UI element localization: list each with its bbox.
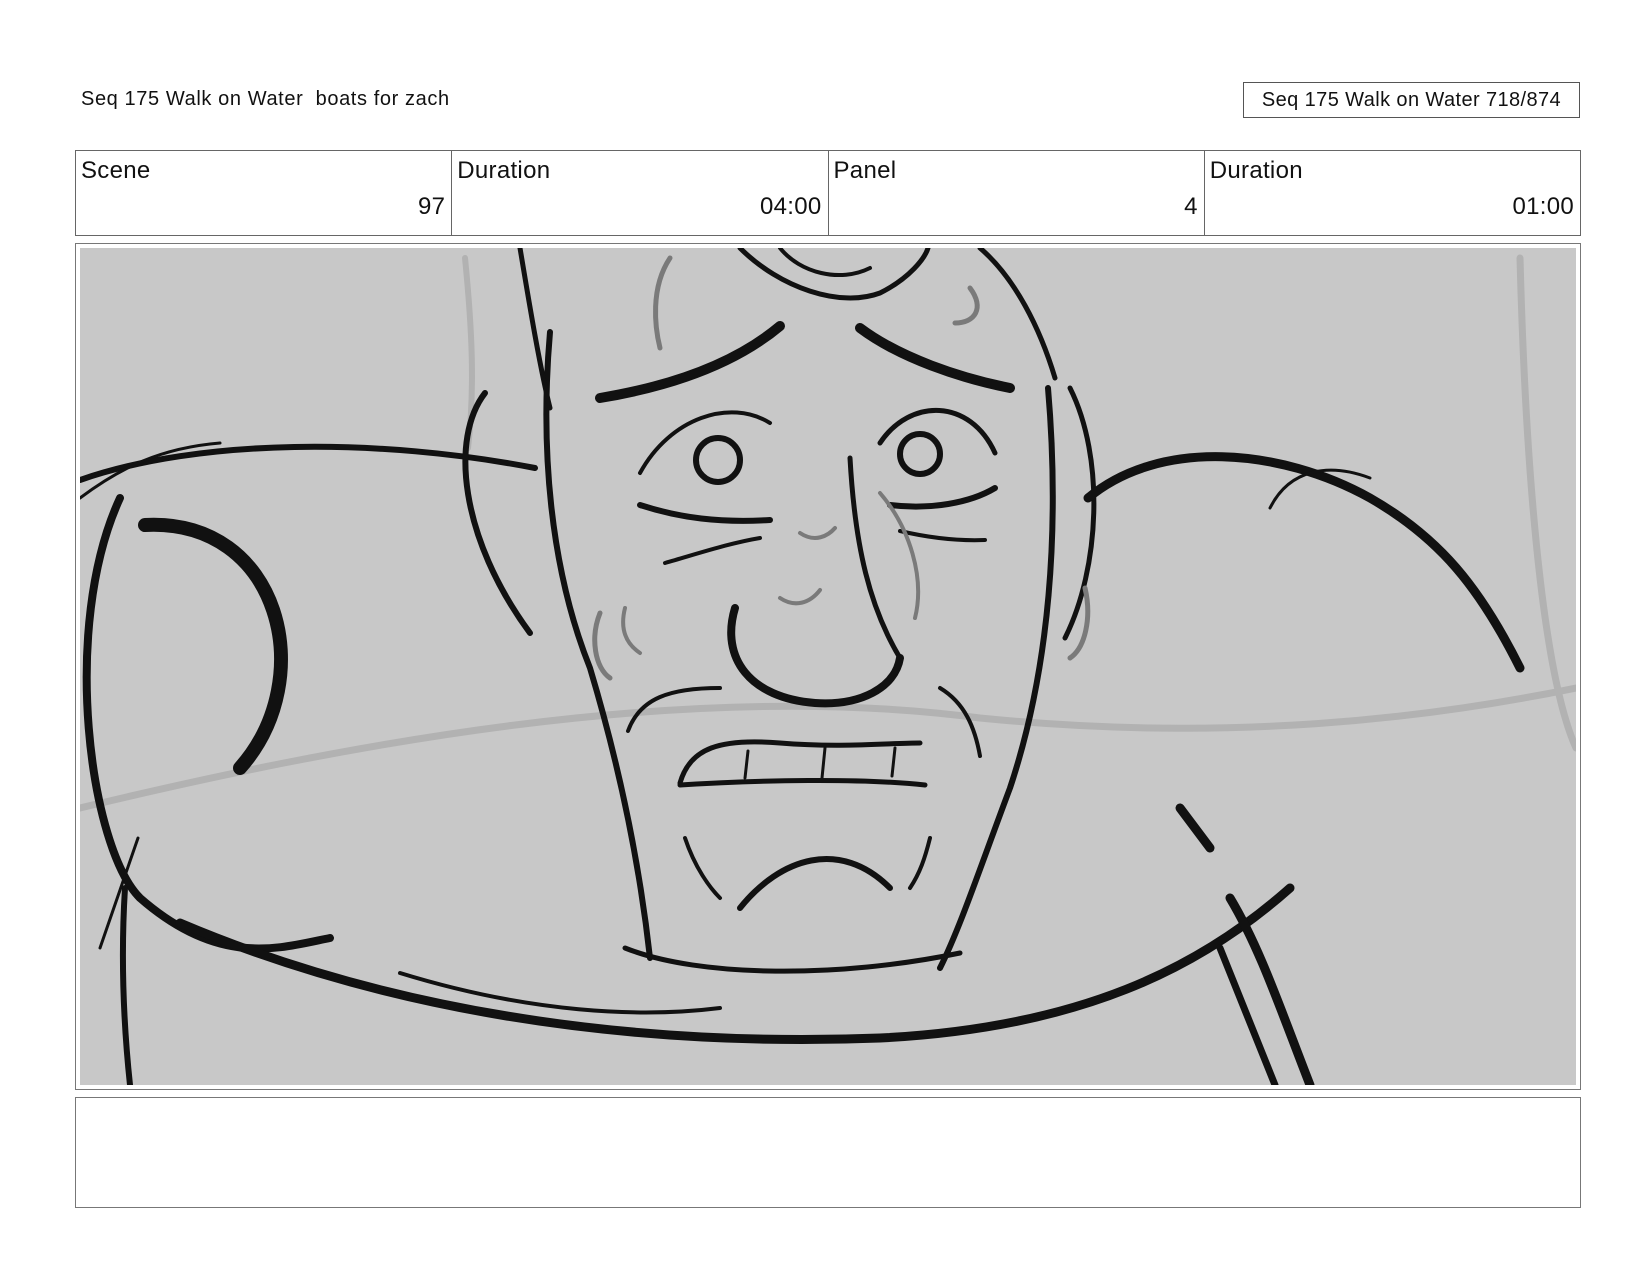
storyboard-panel-frame	[75, 243, 1581, 1090]
scene-number: 97	[417, 193, 446, 220]
shoulder-left-curve	[138, 517, 288, 775]
shade-strokes	[592, 255, 1091, 681]
sketch-drawing	[80, 248, 1576, 1085]
scene-label: Scene	[81, 157, 151, 184]
panel-label: Panel	[833, 157, 897, 184]
eye-right	[897, 431, 943, 477]
scene-duration-cell: Duration 04:00	[452, 151, 829, 235]
between-eyes-shade	[798, 526, 837, 540]
chin-left	[683, 836, 722, 900]
forehead-wrinkle-left	[653, 255, 673, 351]
arm-lower-sweep	[175, 883, 1295, 1044]
eye-lower-lid-right	[887, 485, 998, 510]
cheek-line-left	[663, 536, 762, 565]
nose-side-shade	[878, 491, 920, 620]
mouth-upper	[677, 739, 923, 786]
head-top-right	[977, 248, 1058, 381]
nose-bridge	[847, 455, 903, 661]
ink-strokes	[80, 248, 1525, 1085]
head-right-side	[937, 385, 1056, 971]
mouth-lower	[677, 777, 928, 788]
scene-duration-value: 04:00	[759, 193, 822, 220]
panel-cell: Panel 4	[829, 151, 1205, 235]
panel-duration-cell: Duration 01:00	[1205, 151, 1580, 235]
nasolabial-right	[938, 686, 982, 758]
panel-duration-label: Duration	[1209, 157, 1303, 184]
ear-left	[462, 390, 533, 636]
head-left-side	[543, 329, 653, 961]
eye-lower-lid-left	[637, 502, 773, 524]
chin-frown	[737, 856, 893, 911]
panel-number: 4	[1184, 193, 1198, 220]
teeth-line-2	[820, 746, 827, 780]
scene-info-table: Scene 97 Duration 04:00 Panel 4 Duration…	[75, 150, 1581, 236]
cheek-line-right	[898, 529, 987, 543]
body-right-line	[1225, 893, 1315, 1085]
background-stroke-right	[1516, 254, 1576, 752]
chin-right	[908, 836, 932, 890]
teeth-line-3	[890, 746, 897, 778]
philtrum-shade	[778, 588, 822, 606]
teeth-line-1	[743, 749, 750, 780]
cheek-shade-left-2	[621, 606, 642, 655]
eyebrow-right	[855, 323, 1015, 393]
jaw-bottom	[622, 945, 963, 974]
forehead-wrinkle-right	[952, 285, 980, 326]
eyebrow-left	[595, 321, 785, 403]
panel-duration-value: 01:00	[1512, 193, 1574, 220]
scene-duration-label: Duration	[457, 157, 551, 184]
head-top-left	[517, 248, 553, 411]
hair-curl-2	[778, 248, 872, 277]
storyboard-sketch	[80, 248, 1576, 1085]
shoulder-right	[1083, 452, 1525, 673]
eye-left	[693, 435, 743, 485]
body-left-edge	[119, 885, 133, 1085]
page-counter: Seq 175 Walk on Water 718/874	[1243, 82, 1580, 118]
panel-notes-box	[75, 1097, 1581, 1208]
scene-cell: Scene 97	[76, 151, 453, 235]
nose-bottom	[727, 604, 904, 708]
document-title: Seq 175 Walk on Water boats for zach	[81, 88, 450, 110]
cheek-shade-left	[592, 610, 613, 681]
body-right-dash	[1175, 803, 1215, 853]
